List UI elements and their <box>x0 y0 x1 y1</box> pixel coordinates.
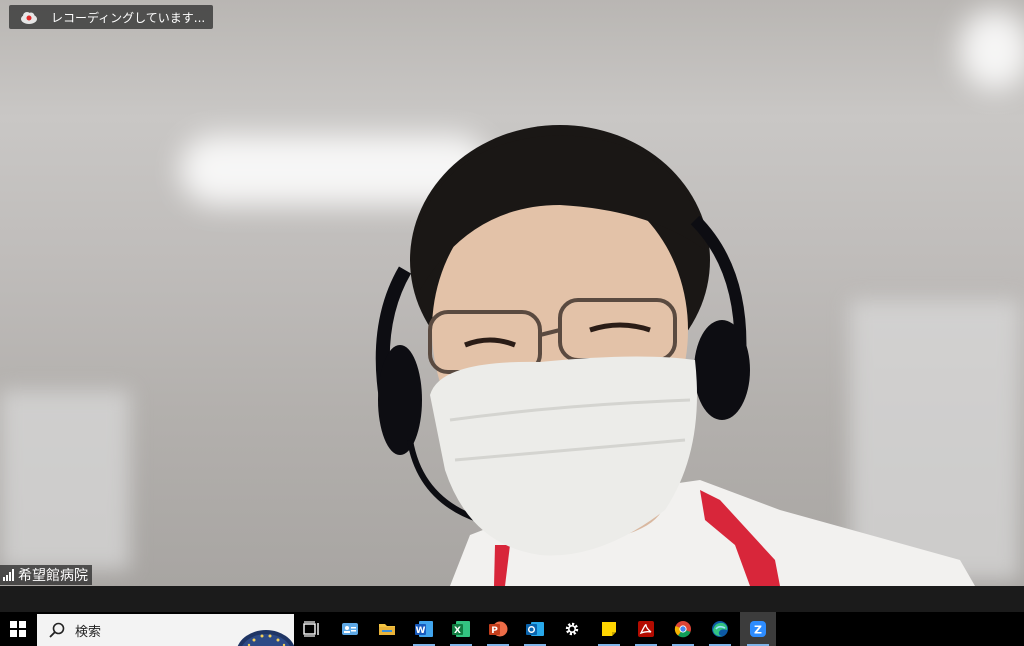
participant-name: 希望館病院 <box>18 568 88 584</box>
recording-label: レコーディングしています... <box>51 10 206 25</box>
acrobat-icon <box>638 621 654 637</box>
windows-logo-icon <box>10 621 26 637</box>
video-feed <box>0 0 1024 586</box>
taskbar-app-contacts[interactable] <box>332 612 368 646</box>
contacts-app-icon <box>342 623 358 635</box>
participant-name-badge: 希望館病院 <box>0 565 92 585</box>
outlook-icon <box>526 622 544 636</box>
start-button[interactable] <box>0 612 36 646</box>
video-bottom-bar <box>0 586 1024 612</box>
taskbar-app-sticky-notes[interactable] <box>591 612 627 646</box>
settings-gear-icon <box>565 622 579 636</box>
sticky-notes-icon <box>602 622 616 636</box>
excel-icon: X <box>452 621 470 637</box>
task-view-button[interactable] <box>294 612 330 646</box>
cloud-recording-icon <box>21 12 37 24</box>
svg-text:X: X <box>454 626 461 636</box>
taskbar-app-edge[interactable] <box>702 612 738 646</box>
taskbar-app-settings[interactable] <box>554 612 590 646</box>
svg-text:P: P <box>491 626 498 636</box>
search-box[interactable]: 検索 <box>37 614 294 646</box>
taskbar-app-outlook[interactable] <box>517 612 553 646</box>
chrome-icon <box>674 621 691 638</box>
search-placeholder: 検索 <box>75 624 102 640</box>
zoom-icon: Z <box>750 621 766 637</box>
signal-strength-icon <box>3 569 14 581</box>
search-icon <box>49 622 65 638</box>
task-view-icon <box>303 621 319 637</box>
edge-icon <box>712 621 728 637</box>
powerpoint-icon: P <box>489 621 508 637</box>
svg-text:W: W <box>416 626 426 636</box>
search-highlight-icon <box>237 630 294 646</box>
taskbar-app-acrobat[interactable] <box>628 612 664 646</box>
taskbar-app-chrome[interactable] <box>665 612 701 646</box>
svg-text:Z: Z <box>754 624 762 637</box>
participant-figure <box>375 125 975 586</box>
recording-indicator[interactable]: レコーディングしています... <box>9 5 213 29</box>
windows-taskbar: 検索 W X P Z <box>0 612 1024 646</box>
taskbar-app-file-explorer[interactable] <box>369 612 405 646</box>
taskbar-app-zoom[interactable]: Z <box>740 612 776 646</box>
taskbar-app-excel[interactable]: X <box>443 612 479 646</box>
taskbar-app-powerpoint[interactable]: P <box>480 612 516 646</box>
word-icon: W <box>415 621 433 637</box>
file-explorer-icon <box>379 624 395 635</box>
taskbar-app-word[interactable]: W <box>406 612 442 646</box>
